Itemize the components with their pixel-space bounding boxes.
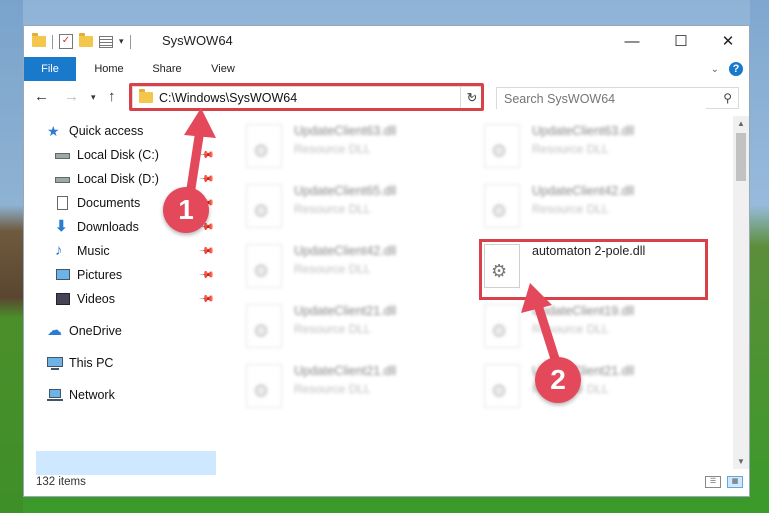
arrow-2 (521, 283, 562, 370)
step-1-badge: 1 (163, 187, 209, 233)
arrow-1 (184, 108, 216, 200)
step-2-badge: 2 (535, 357, 581, 403)
annotation-arrows (184, 108, 562, 370)
